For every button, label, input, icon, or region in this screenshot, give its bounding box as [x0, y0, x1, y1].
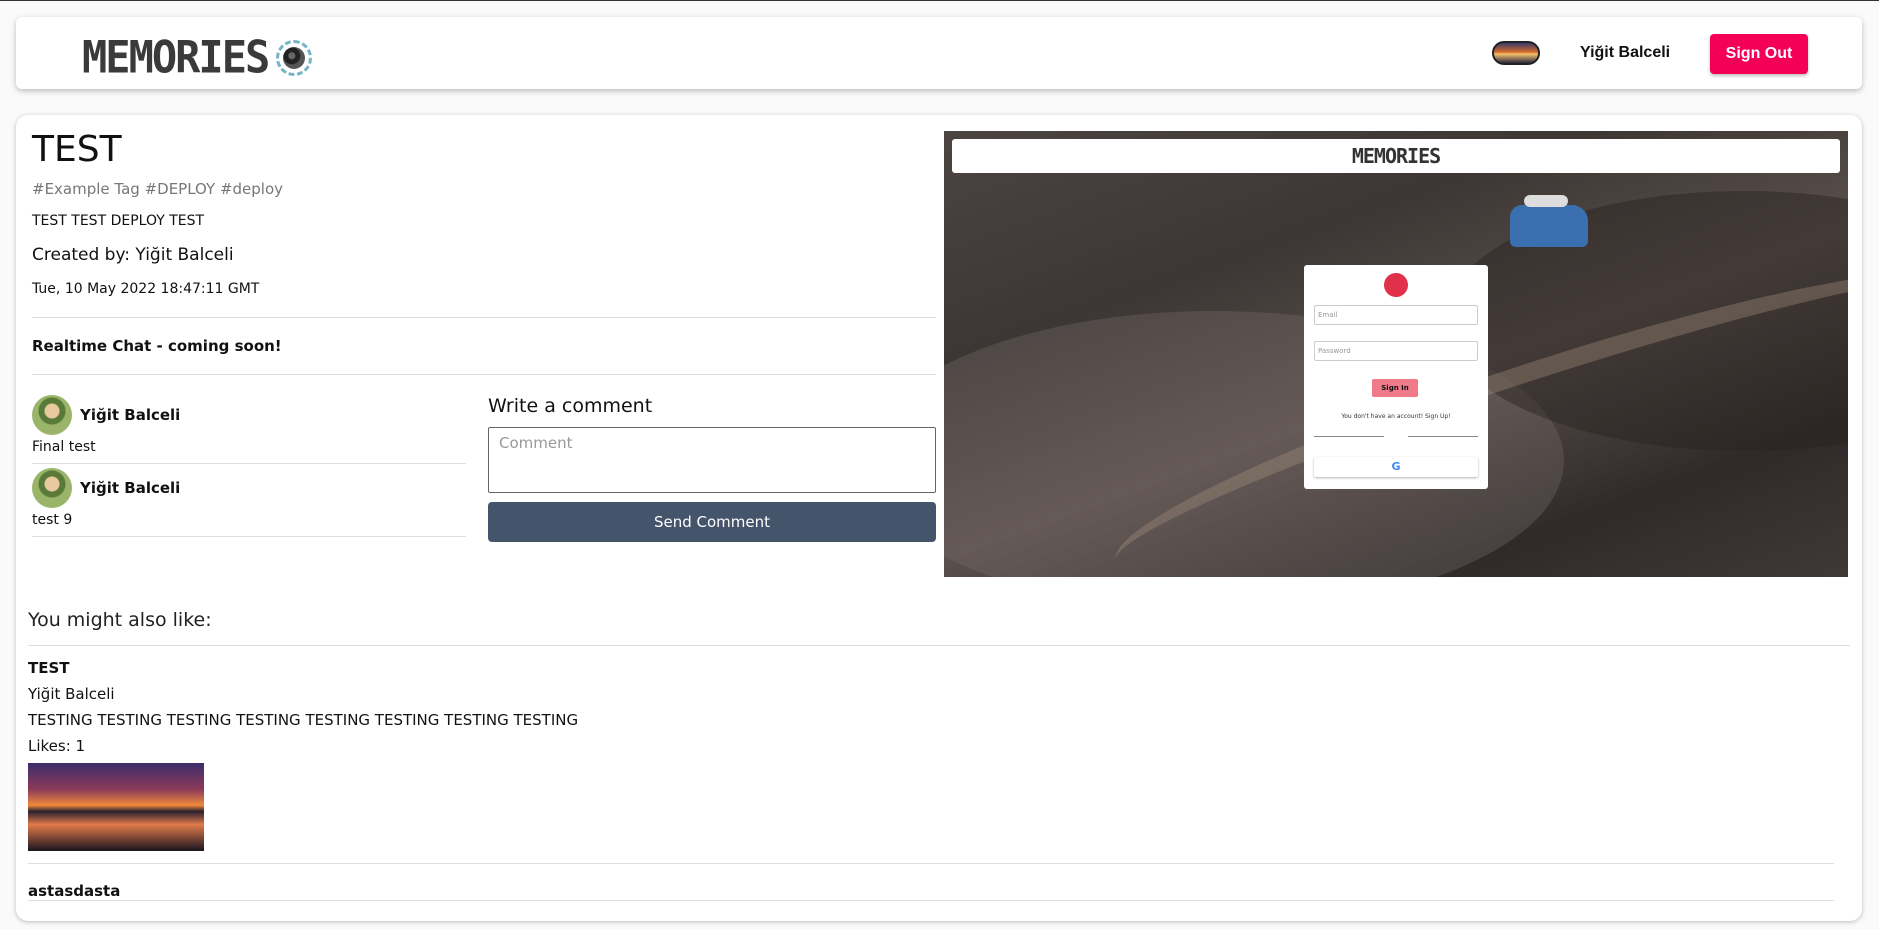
- commenter-avatar: [32, 395, 72, 435]
- divider: [28, 645, 1850, 646]
- comment-item: Yiğit Balceli Final test: [32, 391, 466, 464]
- app-bar: MEMORIES Yiğit Balceli Sign Out: [16, 17, 1862, 89]
- comment-text: Final test: [32, 439, 96, 455]
- post-details-card: TEST #Example Tag #DEPLOY #deploy TEST T…: [16, 115, 1862, 921]
- user-avatar: [1492, 41, 1540, 65]
- send-comment-button[interactable]: Send Comment: [488, 502, 936, 542]
- recommended-author: Yiğit Balceli: [28, 685, 115, 703]
- recommended-message: TESTING TESTING TESTING TESTING TESTING …: [28, 711, 579, 729]
- divider: [1408, 436, 1478, 437]
- comment-author: Yiğit Balceli: [80, 406, 181, 424]
- recommended-thumbnail[interactable]: [28, 763, 204, 851]
- brand-title: MEMORIES: [82, 31, 270, 84]
- user-name: Yiğit Balceli: [1580, 44, 1671, 61]
- recommended-list[interactable]: TEST Yiğit Balceli TESTING TESTING TESTI…: [28, 655, 1850, 913]
- comment-input[interactable]: [488, 427, 936, 493]
- camera-lens-icon: [276, 39, 313, 76]
- post-title: TEST: [32, 129, 122, 170]
- recommended-post[interactable]: TEST Yiğit Balceli TESTING TESTING TESTI…: [28, 655, 1834, 864]
- comment-item: Yiğit Balceli test 9: [32, 464, 466, 537]
- brand-logo[interactable]: MEMORIES: [82, 31, 313, 84]
- sign-out-button[interactable]: Sign Out: [1710, 34, 1808, 74]
- post-image: MEMORIES Email Password Sign In You don'…: [944, 131, 1848, 577]
- google-icon: G: [1314, 457, 1478, 477]
- post-tags: #Example Tag #DEPLOY #deploy: [32, 180, 284, 198]
- comment-author: Yiğit Balceli: [80, 479, 181, 497]
- recommended-title: astasdasta: [28, 882, 121, 900]
- image-signup-text: You don't have an account! Sign Up!: [1341, 413, 1451, 420]
- recommended-title: TEST: [28, 659, 70, 677]
- image-appbar: MEMORIES: [952, 139, 1840, 173]
- recommended-post[interactable]: astasdasta: [28, 864, 1834, 901]
- recommended-likes: Likes: 1: [28, 737, 86, 755]
- image-password-field: Password: [1314, 341, 1478, 361]
- divider: [32, 374, 936, 375]
- post-message: TEST TEST DEPLOY TEST: [32, 213, 205, 229]
- write-comment-label: Write a comment: [488, 395, 653, 417]
- comments-list[interactable]: Yiğit Balceli Final test Yiğit Balceli t…: [32, 391, 480, 541]
- image-login-form: Email Password Sign In You don't have an…: [1304, 265, 1488, 489]
- image-brand: MEMORIES: [1351, 144, 1441, 168]
- image-signin-button: Sign In: [1372, 379, 1418, 397]
- divider: [1314, 436, 1384, 437]
- image-email-field: Email: [1314, 305, 1478, 325]
- comment-text: test 9: [32, 512, 73, 528]
- post-creator: Created by: Yiğit Balceli: [32, 245, 234, 265]
- post-created-at: Tue, 10 May 2022 18:47:11 GMT: [32, 281, 260, 297]
- car-image: [1510, 195, 1588, 247]
- divider: [32, 317, 936, 318]
- realtime-chat-note: Realtime Chat - coming soon!: [32, 337, 282, 355]
- lock-icon: [1384, 273, 1408, 297]
- recommended-heading: You might also like:: [28, 609, 212, 631]
- commenter-avatar: [32, 468, 72, 508]
